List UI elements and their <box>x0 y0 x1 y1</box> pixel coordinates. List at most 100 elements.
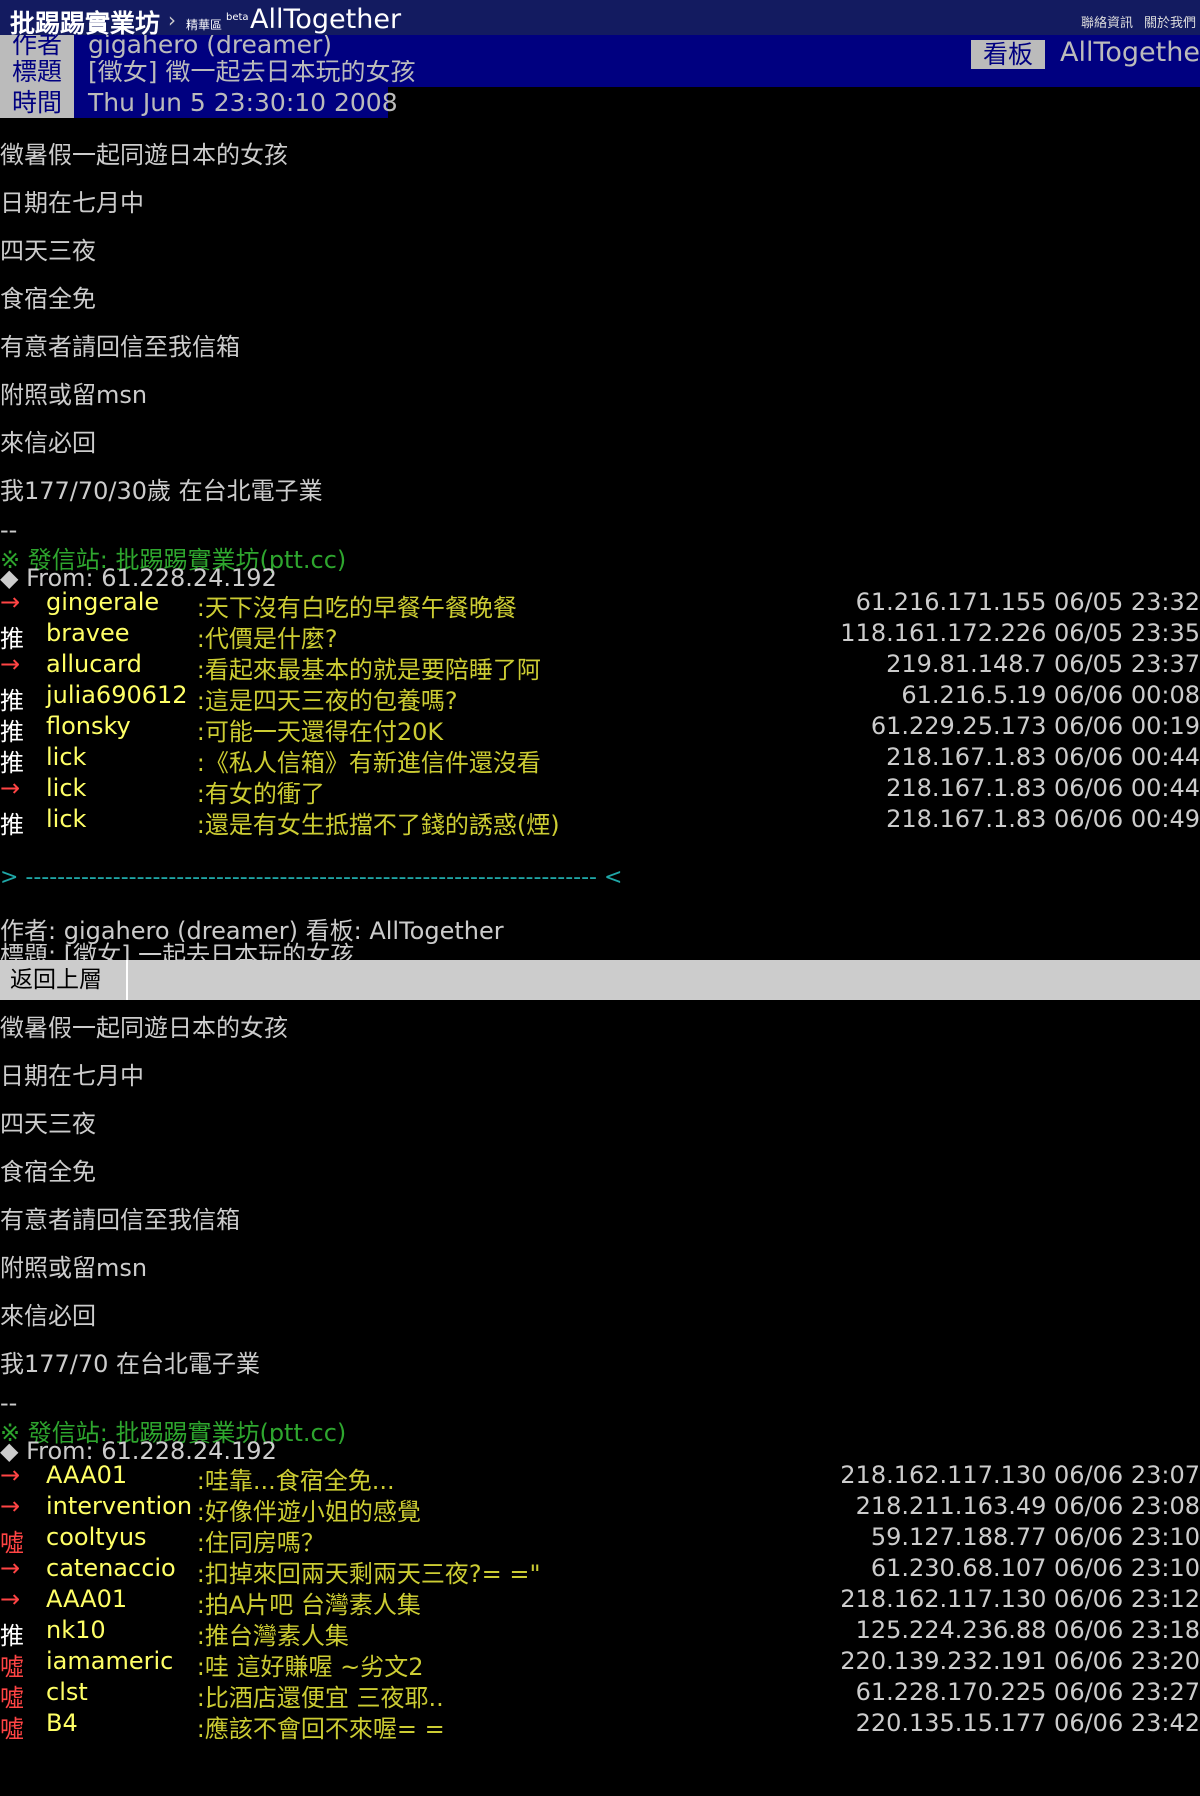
push-tag: → <box>0 774 21 802</box>
push-tag: → <box>0 1554 21 1582</box>
push-user: flonsky <box>46 712 131 740</box>
push-ip-time: 218.162.117.130 06/06 23:12 <box>840 1585 1200 1613</box>
push-tag: 推 <box>0 625 24 653</box>
push-content: :有女的衝了 <box>196 780 325 808</box>
body-line: 食宿全免 <box>0 285 96 313</box>
push-row: → AAA01:哇靠...食宿全免... 218.162.117.130 06/06… <box>0 1461 1200 1495</box>
push-row: 噓 B4:應該不會回不來喔= = 220.135.15.177 06/06 23:4… <box>0 1709 1200 1743</box>
board-value: AllTogether <box>1060 37 1200 68</box>
push-user: lick <box>46 805 87 833</box>
push-content: :推台灣素人集 <box>196 1622 349 1650</box>
breadcrumb-separator: › <box>168 8 176 32</box>
push-tag: → <box>0 650 21 678</box>
back-bar: 返回上層 <box>0 960 1200 1000</box>
push-user: lick <box>46 774 87 802</box>
push-ip-time: 61.216.171.155 06/05 23:32 <box>855 588 1200 616</box>
time-value: Thu Jun 5 23:30:10 2008 <box>74 87 398 118</box>
push-row: → gingerale :天下沒有白吃的早餐午餐晚餐 61.216.171.155 0… <box>0 588 1200 622</box>
push-ip-time: 61.229.25.173 06/06 00:19 <box>870 712 1200 740</box>
push-row: 推 bravee:代價是什麼? 118.161.172.226 06/05 23:3… <box>0 619 1200 653</box>
push-user: bravee <box>46 619 130 647</box>
push-row: 噓 cooltyus :住同房嗎？ 59.127.188.77 06/06 23:10 <box>0 1523 1200 1557</box>
back-button[interactable]: 返回上層 <box>0 960 128 1000</box>
time-label: 時間 <box>0 87 74 118</box>
about-link[interactable]: 關於我們 <box>1144 12 1196 31</box>
push-user: julia690612 <box>46 681 188 709</box>
beta-badge: beta <box>226 12 249 23</box>
push-row: → allucard :看起來最基本的就是要陪睡了阿 219.81.148.7 06/… <box>0 650 1200 684</box>
breadcrumb-board[interactable]: AllTogether <box>250 4 401 35</box>
push-row: 推 lick :還是有女生抵擋不了錢的誘惑(煙) 218.167.1.83 06/06… <box>0 805 1200 839</box>
push-content: :好像伴遊小姐的感覺 <box>196 1498 421 1526</box>
push-row: 推 julia690612 :這是四天三夜的包養嗎? 61.216.5.19 06/0… <box>0 681 1200 715</box>
push-ip-time: 220.139.232.191 06/06 23:20 <box>840 1647 1200 1675</box>
push-ip-time: 218.211.163.49 06/06 23:08 <box>855 1492 1200 1520</box>
push-user: allucard <box>46 650 142 678</box>
push-row: 推 flonsky :可能一天還得在付20K 61.229.25.173 06/06 … <box>0 712 1200 746</box>
push-content: :比酒店還便宜 三夜耶.. <box>196 1684 444 1712</box>
push-tag: 推 <box>0 811 24 839</box>
meta-time-row: 時間 Thu Jun 5 23:30:10 2008 <box>0 87 1200 118</box>
body-line: 徵暑假一起同遊日本的女孩 <box>0 1014 288 1042</box>
push-content: :住同房嗎？ <box>196 1529 325 1557</box>
push-content: :可能一天還得在付20K <box>196 718 444 746</box>
push-ip-time: 219.81.148.7 06/05 23:37 <box>886 650 1200 678</box>
push-content: :還是有女生抵擋不了錢的誘惑(煙) <box>196 811 560 839</box>
push-row: 噓 iamameric :哇 這好賺喔 ~劣文2 220.139.232.191 06… <box>0 1647 1200 1681</box>
push-user: intervention <box>46 1492 193 1520</box>
push-tag: → <box>0 1585 21 1613</box>
push-content: :這是四天三夜的包養嗎? <box>196 687 458 715</box>
push-row: 噓 clst:比酒店還便宜 三夜耶.. 61.228.170.225 06/06 2… <box>0 1678 1200 1712</box>
push-row: 推 nk10:推台灣素人集 125.224.236.88 06/06 23:18 <box>0 1616 1200 1650</box>
body-line: 有意者請回信至我信箱 <box>0 333 240 361</box>
push-content: :扣掉來回兩天剩兩天三夜?= =" <box>196 1560 541 1588</box>
title-label: 標題 <box>0 60 74 87</box>
push-user: B4 <box>46 1709 78 1737</box>
push-row: → intervention:好像伴遊小姐的感覺 218.211.163.49 06… <box>0 1492 1200 1526</box>
push-user: AAA01 <box>46 1461 128 1489</box>
body-line: 徵暑假一起同遊日本的女孩 <box>0 141 288 169</box>
push-tag: 推 <box>0 718 24 746</box>
body-line: 日期在七月中 <box>0 1062 144 1090</box>
push-ip-time: 218.167.1.83 06/06 00:49 <box>886 805 1200 833</box>
push-ip-time: 61.228.170.225 06/06 23:27 <box>855 1678 1200 1706</box>
push-ip-time: 218.167.1.83 06/06 00:44 <box>886 743 1200 771</box>
push-user: catenaccio <box>46 1554 176 1582</box>
push-user: clst <box>46 1678 88 1706</box>
body-line: 四天三夜 <box>0 1110 96 1138</box>
quote-separator: > --------------------------------------… <box>0 865 623 890</box>
push-user: gingerale <box>46 588 160 616</box>
contact-link[interactable]: 聯絡資訊 <box>1081 12 1133 31</box>
push-ip-time: 61.216.5.19 06/06 00:08 <box>901 681 1200 709</box>
push-tag: 噓 <box>0 1529 24 1557</box>
push-tag: → <box>0 588 21 616</box>
push-user: cooltyus <box>46 1523 147 1551</box>
push-ip-time: 218.162.117.130 06/06 23:07 <box>840 1461 1200 1489</box>
push-tag: 推 <box>0 1622 24 1650</box>
push-row: → catenaccio:扣掉來回兩天剩兩天三夜?= =" 61.230.68.10… <box>0 1554 1200 1588</box>
breadcrumb-section[interactable]: 精華區 <box>186 16 222 33</box>
push-tag: 推 <box>0 687 24 715</box>
push-tag: 推 <box>0 749 24 777</box>
push-tag: 噓 <box>0 1653 24 1681</box>
push-content: :看起來最基本的就是要陪睡了阿 <box>196 656 541 684</box>
push-content: :哇靠...食宿全免... <box>196 1467 395 1495</box>
push-ip-time: 220.135.15.177 06/06 23:42 <box>855 1709 1200 1737</box>
push-tag: → <box>0 1492 21 1520</box>
body-line: 有意者請回信至我信箱 <box>0 1206 240 1234</box>
body-line: 附照或留msn <box>0 381 148 409</box>
body-line: 四天三夜 <box>0 237 96 265</box>
push-user: iamameric <box>46 1647 174 1675</box>
push-content: :哇 這好賺喔 ~劣文2 <box>196 1653 424 1681</box>
push-user: AAA01 <box>46 1585 128 1613</box>
body-line: 附照或留msn <box>0 1254 148 1282</box>
author-label: 作者 <box>0 35 74 60</box>
push-ip-time: 59.127.188.77 06/06 23:10 <box>870 1523 1200 1551</box>
body-line: 食宿全免 <box>0 1158 96 1186</box>
board-label: 看板 <box>971 40 1045 69</box>
push-user: lick <box>46 743 87 771</box>
push-row: 推 lick:《私人信箱》有新進信件還沒看 218.167.1.83 06/06 0… <box>0 743 1200 777</box>
push-content: :天下沒有白吃的早餐午餐晚餐 <box>196 594 517 622</box>
push-content: :代價是什麼? <box>196 625 338 653</box>
push-ip-time: 125.224.236.88 06/06 23:18 <box>855 1616 1200 1644</box>
